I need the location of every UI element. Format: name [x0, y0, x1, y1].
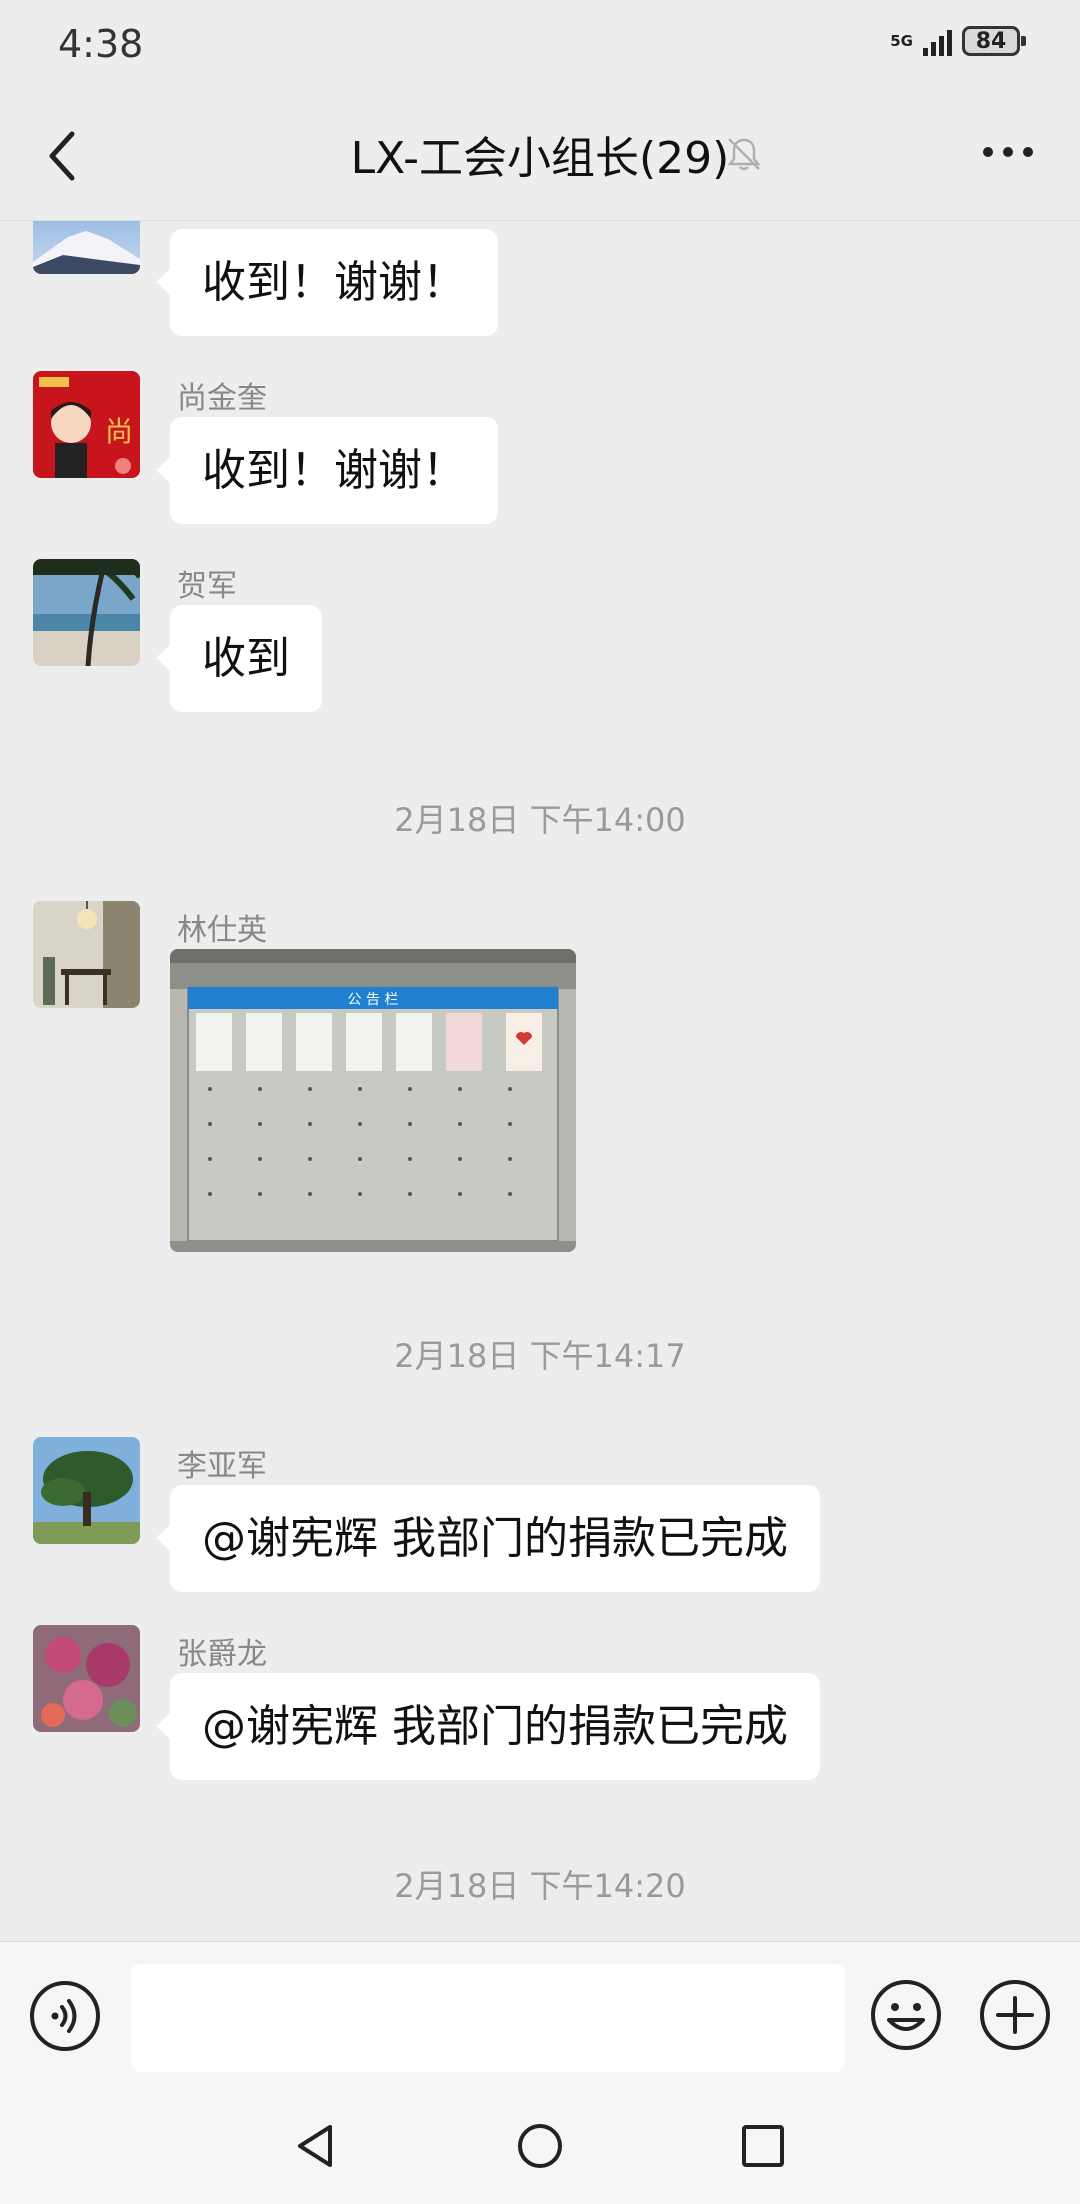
- chat-title-wrapper: LX-工会小组长(29): [0, 122, 1080, 186]
- message-input[interactable]: [131, 1964, 845, 2072]
- interior-lamp-avatar[interactable]: [33, 901, 140, 1008]
- message-bubble[interactable]: 收到: [156, 605, 322, 712]
- sender-name: 李亚军: [177, 1449, 267, 1484]
- status-time: 4:38: [58, 22, 144, 66]
- sender-name: 尚金奎: [177, 381, 267, 416]
- circle-home-icon[interactable]: [515, 2121, 565, 2171]
- timestamp: 2月18日 下午14:20: [394, 1867, 686, 1905]
- chat-title[interactable]: LX-工会小组长(29): [351, 133, 730, 184]
- triangle-back-icon[interactable]: [290, 2121, 340, 2171]
- sender-name: 张爵龙: [177, 1637, 267, 1672]
- sender-name: 贺军: [177, 569, 237, 604]
- chat-message-list[interactable]: 收到！谢谢！ 尚 尚金奎 收到！谢谢！ 贺军 收到 2月18日 下午14:00: [0, 221, 1080, 1941]
- network-type: 5G: [890, 31, 913, 50]
- svg-text:尚: 尚: [105, 415, 133, 448]
- chat-header: LX-工会小组长(29): [0, 90, 1080, 221]
- signal-icon: [923, 26, 952, 56]
- message-bubble[interactable]: 收到！谢谢！: [156, 417, 498, 524]
- snow-mountain-avatar[interactable]: [33, 221, 140, 274]
- flowers-avatar[interactable]: [33, 1625, 140, 1732]
- status-indicators: 5G 84: [890, 26, 1026, 56]
- bell-off-icon: [727, 138, 761, 171]
- sender-name: 林仕英: [177, 913, 267, 948]
- voice-icon[interactable]: [28, 1979, 102, 2053]
- message-bubble[interactable]: @谢宪辉 我部门的捐款已完成: [156, 1485, 820, 1592]
- cartoon-new-year-avatar[interactable]: 尚: [33, 371, 140, 478]
- board-title: 公 告 栏: [348, 992, 399, 1008]
- timestamp: 2月18日 下午14:17: [394, 1337, 686, 1375]
- bulletin-board-photo[interactable]: 公 告 栏: [170, 949, 576, 1252]
- timestamp: 2月18日 下午14:00: [394, 801, 686, 839]
- battery-level: 84: [975, 28, 1007, 54]
- tree-avatar[interactable]: [33, 1437, 140, 1544]
- message-bubble[interactable]: @谢宪辉 我部门的捐款已完成: [156, 1673, 820, 1780]
- beach-palm-avatar[interactable]: [33, 559, 140, 666]
- square-recents-icon[interactable]: [738, 2121, 788, 2171]
- more-horizontal-icon[interactable]: [980, 142, 1036, 162]
- plus-circle-icon[interactable]: [978, 1978, 1052, 2052]
- status-bar: 4:38 5G 84: [0, 0, 1080, 90]
- battery-icon: 84: [962, 26, 1026, 56]
- message-bubble[interactable]: 收到！谢谢！: [156, 229, 498, 336]
- emoji-icon[interactable]: [869, 1978, 943, 2052]
- message-input-bar: [0, 1941, 1080, 2090]
- system-navigation-bar: [0, 2089, 1080, 2204]
